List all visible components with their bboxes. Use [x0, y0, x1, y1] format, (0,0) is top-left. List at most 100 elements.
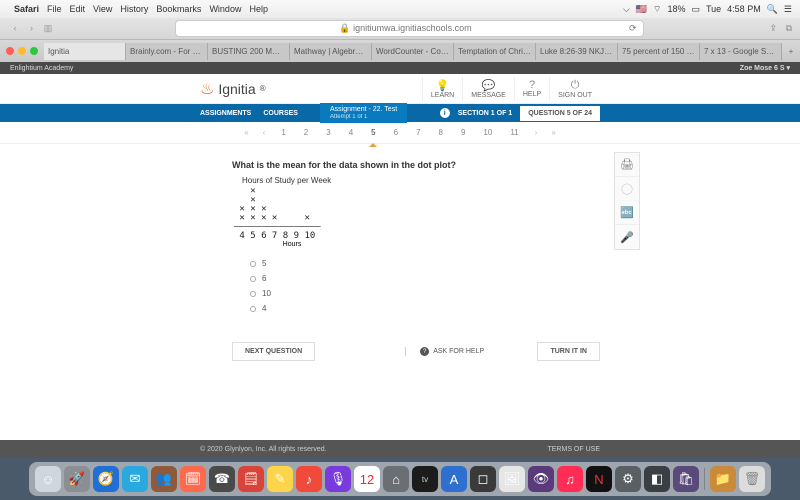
terms-link[interactable]: TERMS OF USE	[547, 446, 600, 453]
share-icon[interactable]: ⇪	[770, 23, 778, 33]
print-icon[interactable]: 🖨	[615, 153, 639, 177]
dock-app[interactable]: ⌂	[383, 466, 409, 492]
nav-assignments[interactable]: ASSIGNMENTS	[200, 110, 251, 117]
app-name[interactable]: Safari	[14, 4, 39, 14]
mac-menu-item[interactable]: Help	[249, 4, 268, 14]
question-number[interactable]: 2	[302, 124, 310, 141]
mac-menu-item[interactable]: Window	[209, 4, 241, 14]
clock-time[interactable]: 4:58 PM	[727, 4, 761, 14]
mac-menu-item[interactable]: Edit	[70, 4, 86, 14]
mac-menu-item[interactable]: Bookmarks	[156, 4, 201, 14]
reload-icon[interactable]: ⟳	[629, 23, 637, 34]
dock-app[interactable]: ◻	[470, 466, 496, 492]
question-number[interactable]: 8	[437, 124, 445, 141]
dock-app[interactable]: 🗑	[739, 466, 765, 492]
browser-tab[interactable]: Luke 8:26-39 NKJV -…	[536, 43, 618, 60]
dock-app[interactable]: 🗒	[238, 466, 264, 492]
question-number[interactable]: 6	[392, 124, 400, 141]
battery-icon[interactable]: ▭	[691, 4, 700, 15]
question-number[interactable]: 1	[279, 124, 287, 141]
dock-app[interactable]: ♪	[296, 466, 322, 492]
browser-tab[interactable]: Ignitia	[44, 43, 126, 60]
browser-tab[interactable]: Temptation of Christ -…	[454, 43, 536, 60]
dock-app[interactable]: 📁	[710, 466, 736, 492]
ignitia-logo[interactable]: ♨ Ignitia®	[200, 79, 266, 99]
dock-app[interactable]: 🛍	[673, 466, 699, 492]
dock-app[interactable]: 🧭	[93, 466, 119, 492]
mic-icon[interactable]: 🎤	[615, 225, 639, 249]
clock-day[interactable]: Tue	[706, 4, 721, 14]
zoom-window-icon[interactable]	[30, 47, 38, 55]
assignment-chip[interactable]: Assignment - 22. Test Attempt 1 of 1	[320, 103, 407, 123]
answer-option[interactable]: 5	[250, 256, 582, 271]
dock-app[interactable]: 🗓	[180, 466, 206, 492]
dock-app[interactable]: 🚀	[64, 466, 90, 492]
nav-prev-icon[interactable]: ‹	[263, 128, 266, 137]
address-bar[interactable]: 🔒 ignitiumwa.ignitiaschools.com ⟳	[175, 20, 643, 37]
turn-in-button[interactable]: TURN IT IN	[537, 342, 600, 361]
dock-app[interactable]: 👥	[151, 466, 177, 492]
question-number[interactable]: 4	[347, 124, 355, 141]
mac-menu-item[interactable]: History	[120, 4, 148, 14]
dock-app[interactable]: 🎙	[325, 466, 351, 492]
dock-app[interactable]: ✎	[267, 466, 293, 492]
dock-app[interactable]: ♫	[557, 466, 583, 492]
dock-app[interactable]: ☺	[35, 466, 61, 492]
bluetooth-icon[interactable]: ⌵	[623, 4, 630, 15]
ask-help-button[interactable]: ? ASK FOR HELP	[405, 347, 484, 356]
tabs-icon[interactable]: ⧉	[786, 23, 792, 33]
dock-app[interactable]: 👁	[528, 466, 554, 492]
sidebar-button[interactable]: ▥	[41, 23, 55, 34]
close-window-icon[interactable]	[6, 47, 14, 55]
menu-icon[interactable]: ☰	[784, 4, 792, 15]
question-number[interactable]: 5	[369, 124, 377, 141]
dock-app[interactable]: ☎	[209, 466, 235, 492]
browser-tab[interactable]: 75 percent of 150 - Go…	[618, 43, 700, 60]
back-button[interactable]: ‹	[8, 23, 22, 33]
answer-option[interactable]: 10	[250, 286, 582, 301]
mac-menu-item[interactable]: File	[47, 4, 62, 14]
search-icon[interactable]: 🔍	[767, 4, 778, 15]
new-tab-button[interactable]: +	[782, 47, 800, 56]
translate-icon[interactable]: 🔤	[615, 201, 639, 225]
question-number[interactable]: 10	[481, 124, 494, 141]
question-number[interactable]: 9	[459, 124, 467, 141]
browser-tab[interactable]: Mathway | Algebra Pro…	[290, 43, 372, 60]
question-number[interactable]: 3	[324, 124, 332, 141]
header-message-button[interactable]: 💬MESSAGE	[462, 77, 514, 101]
header-learn-button[interactable]: 💡LEARN	[422, 77, 462, 101]
dock-app[interactable]: 12	[354, 466, 380, 492]
mac-menubar: Safari File Edit View History Bookmarks Windo…	[0, 0, 800, 18]
dock-app[interactable]: tv	[412, 466, 438, 492]
mac-menu-item[interactable]: View	[93, 4, 112, 14]
browser-tab[interactable]: Brainly.com - For stud…	[126, 43, 208, 60]
flag-icon[interactable]: 🇺🇸	[636, 4, 647, 15]
dock-app[interactable]: ◧	[644, 466, 670, 492]
header-help-button[interactable]: ?HELP	[514, 77, 549, 101]
answer-option[interactable]: 6	[250, 271, 582, 286]
info-icon[interactable]: i	[440, 108, 450, 118]
question-number[interactable]: 7	[414, 124, 422, 141]
forward-button[interactable]: ›	[25, 23, 39, 33]
wifi-icon[interactable]: ⌔	[653, 4, 661, 15]
dock-app[interactable]: N	[586, 466, 612, 492]
next-question-button[interactable]: NEXT QUESTION	[232, 342, 315, 361]
browser-tab[interactable]: 7 x 13 - Google Search	[700, 43, 782, 60]
minimize-window-icon[interactable]	[18, 47, 26, 55]
user-menu[interactable]: Zoe Mose 6 S ▾	[740, 64, 790, 72]
header-sign-out-button[interactable]: ⏻SIGN OUT	[549, 77, 600, 101]
dock-app[interactable]: A	[441, 466, 467, 492]
dock-app[interactable]: ⚙	[615, 466, 641, 492]
browser-tab[interactable]: WordCounter - Count…	[372, 43, 454, 60]
nav-courses[interactable]: COURSES	[263, 110, 298, 117]
nav-last-icon[interactable]: »	[551, 128, 555, 137]
nav-first-icon[interactable]: «	[244, 128, 248, 137]
dock-app[interactable]: ✉	[122, 466, 148, 492]
answer-option[interactable]: 4	[250, 301, 582, 316]
lock-icon: 🔒	[339, 23, 350, 33]
nav-next-icon[interactable]: ›	[535, 128, 538, 137]
question-number[interactable]: 11	[508, 124, 520, 141]
browser-tab[interactable]: BUSTING 200 MYTHS…	[208, 43, 290, 60]
dock-app[interactable]: 🖼	[499, 466, 525, 492]
ask-help-label: ASK FOR HELP	[433, 348, 484, 355]
